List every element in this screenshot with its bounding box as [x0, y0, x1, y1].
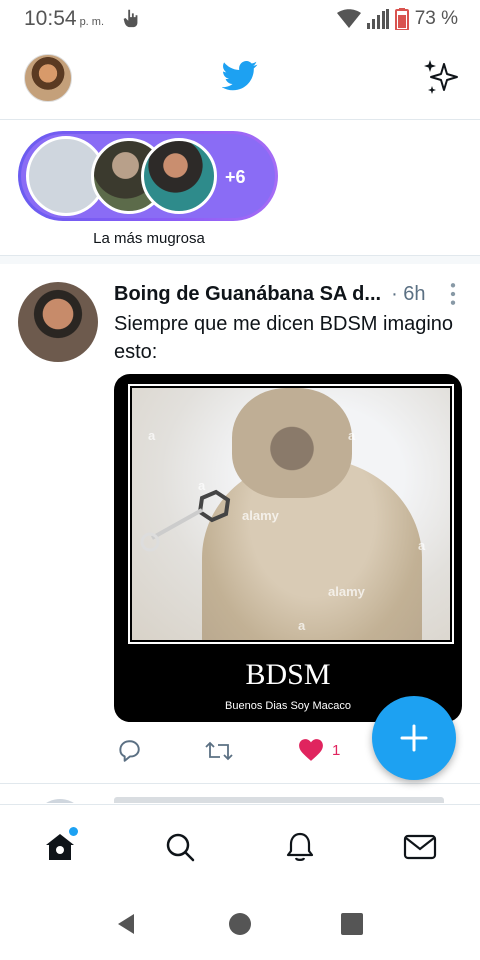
- tweet-author-avatar[interactable]: [18, 282, 98, 362]
- fleet-group-inner: +6: [21, 134, 275, 218]
- retweet-button[interactable]: [204, 738, 234, 764]
- like-count: 1: [332, 741, 341, 759]
- home-button-icon[interactable]: [228, 912, 252, 936]
- next-tweet[interactable]: [0, 785, 480, 803]
- back-icon[interactable]: [114, 912, 138, 936]
- fleet-more-count: +6: [225, 167, 246, 187]
- fleets-bar: +6 La más mugrosa: [0, 120, 480, 256]
- gesture-icon: [123, 9, 138, 28]
- leash-icon: [140, 489, 231, 552]
- reply-button[interactable]: [116, 738, 142, 764]
- wifi-icon: [336, 9, 361, 28]
- media-photo: alamy alamy a a a a a: [132, 388, 450, 640]
- watermark-letter: a: [298, 618, 306, 633]
- tweet-author-name[interactable]: Boing de Guanábana SA d...: [114, 283, 381, 306]
- nav-search[interactable]: [160, 827, 200, 867]
- next-tweet-text-preview: [114, 797, 444, 803]
- status-ampm: p. m.: [79, 16, 105, 28]
- status-time: 10:54 p. m.: [24, 7, 104, 31]
- fleet-avatar: [141, 138, 217, 214]
- plus-icon: [400, 724, 428, 752]
- nav-messages[interactable]: [400, 827, 440, 867]
- watermark: alamy: [328, 584, 365, 599]
- media-caption-title: BDSM: [245, 658, 331, 691]
- messages-icon: [403, 834, 437, 860]
- watermark-letter: a: [198, 478, 206, 493]
- tweet-header: Boing de Guanábana SA d... · 6h: [114, 280, 460, 308]
- fleet-group[interactable]: +6: [18, 131, 278, 221]
- battery-icon: [394, 8, 409, 30]
- signal-icon: [366, 9, 389, 29]
- app-header: [0, 38, 480, 120]
- sparkle-icon[interactable]: [422, 58, 460, 96]
- search-icon: [166, 833, 195, 862]
- recents-icon[interactable]: [340, 912, 364, 936]
- watermark-letter: a: [418, 538, 426, 553]
- watermark: alamy: [242, 508, 279, 523]
- tweet-text: Siempre que me dicen BDSM imagino esto:: [114, 313, 454, 363]
- status-right: 73 %: [336, 7, 458, 31]
- twitter-bird-icon[interactable]: [222, 60, 258, 92]
- tweet-media[interactable]: alamy alamy a a a a a BDSM Buenos Dias S…: [114, 374, 462, 722]
- status-time-value: 10:54: [24, 7, 77, 30]
- reply-icon: [119, 740, 140, 762]
- status-bar: 10:54 p. m. 73 %: [0, 0, 480, 38]
- media-frame: alamy alamy a a a a a: [128, 384, 454, 644]
- heart-icon: [299, 739, 323, 761]
- like-button[interactable]: 1: [298, 738, 340, 762]
- watermark-letter: a: [348, 428, 356, 443]
- compose-tweet-button[interactable]: [372, 696, 456, 780]
- more-options-icon[interactable]: [448, 282, 458, 306]
- divider: [0, 256, 480, 264]
- nav-notifications[interactable]: [280, 827, 320, 867]
- retweet-icon: [205, 741, 233, 761]
- next-tweet-avatar: [34, 799, 86, 803]
- system-nav: [0, 888, 480, 960]
- tweet-time: · 6h: [391, 282, 426, 305]
- notifications-icon: [286, 832, 314, 861]
- battery-percent: 73 %: [414, 8, 458, 29]
- fleet-label: La más mugrosa: [93, 230, 205, 247]
- profile-avatar[interactable]: [24, 54, 72, 102]
- bottom-nav: [0, 804, 480, 888]
- notification-dot: [69, 827, 78, 836]
- watermark-letter: a: [148, 428, 156, 443]
- nav-home[interactable]: [40, 827, 80, 867]
